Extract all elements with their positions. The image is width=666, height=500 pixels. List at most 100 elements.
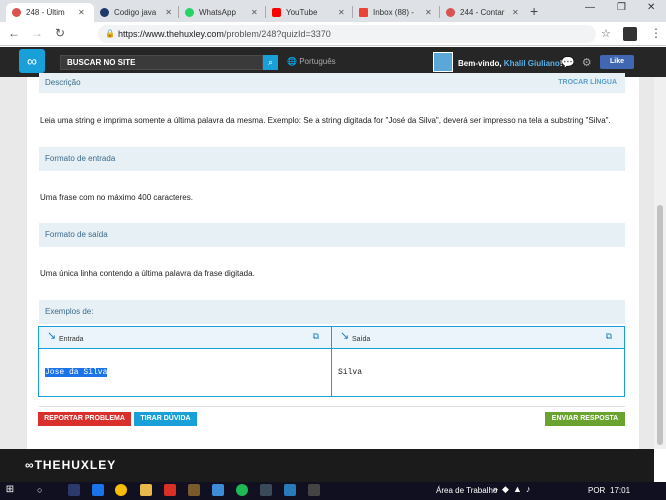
- extension-icon[interactable]: [623, 27, 637, 41]
- tab-title: 248 - Últim: [26, 8, 65, 17]
- example-input-box: ↘ Entrada ⧉ Jose da Silva: [38, 326, 332, 397]
- gmail-icon: [359, 8, 368, 17]
- chevron-up-icon[interactable]: »: [493, 484, 502, 494]
- tab-favicon-icon: [446, 8, 455, 17]
- app-icon-2[interactable]: [188, 484, 200, 496]
- tab-title: Inbox (88) -: [373, 8, 414, 17]
- desktop-label[interactable]: Área de Trabalho: [436, 486, 497, 495]
- input-format-text: Uma frase com no máximo 400 caracteres.: [40, 193, 193, 202]
- change-language-link[interactable]: TROCAR LÍNGUA: [558, 73, 617, 93]
- close-icon[interactable]: ✕: [512, 8, 519, 17]
- url-bar[interactable]: 🔒 https://www.thehuxley.com/problem/248?…: [98, 25, 596, 43]
- lock-icon: 🔒: [105, 29, 115, 38]
- close-icon[interactable]: ✕: [338, 8, 345, 17]
- tab-5[interactable]: Inbox (88) - ✕: [353, 3, 439, 22]
- output-format-label: Formato de saída: [45, 230, 108, 239]
- welcome-prefix: Bem-vindo,: [458, 59, 502, 68]
- header-icons: 💬⚙: [561, 56, 599, 69]
- chrome-icon[interactable]: [115, 484, 127, 496]
- youtube-icon: [272, 8, 281, 17]
- description-header: Descrição TROCAR LÍNGUA: [39, 73, 625, 93]
- copy-icon[interactable]: ⧉: [313, 331, 319, 342]
- url-host: https://www.thehuxley.com: [118, 29, 224, 39]
- input-format-label: Formato de entrada: [45, 154, 116, 163]
- chat-icon[interactable]: 💬: [561, 57, 582, 69]
- dropbox-icon[interactable]: ◆: [502, 484, 513, 494]
- search-icon[interactable]: ○: [37, 484, 49, 496]
- footer-logo-icon: ∞: [25, 458, 35, 472]
- input-arrow-icon: ↘: [47, 330, 57, 342]
- app-icon[interactable]: [92, 484, 104, 496]
- folder-icon[interactable]: [140, 484, 152, 496]
- submit-answer-button[interactable]: ENVIAR RESPOSTA: [545, 412, 625, 426]
- output-format-header: Formato de saída: [39, 223, 625, 247]
- spotify-icon[interactable]: [236, 484, 248, 496]
- close-icon[interactable]: ✕: [78, 8, 85, 17]
- globe-icon: 🌐: [287, 57, 297, 66]
- description-label: Descrição: [45, 78, 81, 87]
- tab-6[interactable]: 244 - Contar ✕: [440, 3, 526, 22]
- fb-like-label: Like: [609, 58, 624, 65]
- tab-title: Codigo java: [114, 8, 157, 17]
- avatar[interactable]: [433, 52, 453, 72]
- tab-title: WhatsApp: [199, 8, 236, 17]
- close-icon[interactable]: ✕: [251, 8, 258, 17]
- example-input-label: Entrada: [59, 336, 84, 343]
- reload-icon[interactable]: ↻: [55, 26, 65, 40]
- facebook-like-button[interactable]: Like: [600, 55, 634, 69]
- user-name-link[interactable]: Khalil Giuliano: [504, 59, 560, 68]
- browser-tab-bar: 248 - Últim ✕ Codigo java ✕ WhatsApp ✕ Y…: [0, 0, 666, 22]
- examples-header: Exemplos de:: [39, 300, 625, 324]
- menu-icon[interactable]: ⋮: [650, 26, 662, 40]
- input-format-header: Formato de entrada: [39, 147, 625, 171]
- tab-2[interactable]: Codigo java ✕: [94, 3, 178, 22]
- close-icon[interactable]: ✕: [425, 8, 432, 17]
- app-icon-3[interactable]: [212, 484, 224, 496]
- example-output-box: ↘ Saída ⧉ Silva: [331, 326, 625, 397]
- search-input[interactable]: BUSCAR NO SITE: [60, 55, 263, 70]
- app-icon-5[interactable]: [308, 484, 320, 496]
- tab-3[interactable]: WhatsApp ✕: [179, 3, 265, 22]
- restore-icon[interactable]: ❐: [617, 2, 626, 13]
- example-output-label: Saída: [352, 336, 371, 343]
- gear-icon[interactable]: ⚙: [582, 57, 599, 69]
- search-icon[interactable]: ⌕: [263, 55, 278, 70]
- language-label: Português: [299, 57, 336, 66]
- ask-question-button[interactable]: TIRAR DÚVIDA: [134, 412, 197, 426]
- tab-1[interactable]: 248 - Últim ✕: [6, 3, 94, 22]
- tab-favicon-icon: [12, 8, 21, 17]
- app-icon-4[interactable]: [284, 484, 296, 496]
- copy-icon[interactable]: ⧉: [606, 331, 612, 342]
- clock[interactable]: 17:01: [610, 486, 630, 495]
- tray-icons: »◆▲♪: [493, 484, 534, 495]
- bookmark-star-icon[interactable]: ☆: [601, 27, 611, 40]
- minimize-icon[interactable]: —: [585, 2, 595, 13]
- tab-title: 244 - Contar: [460, 8, 505, 17]
- windows-start-icon[interactable]: ⊞: [4, 484, 16, 496]
- right-gutter: [639, 77, 654, 449]
- divider: [39, 406, 625, 407]
- close-window-icon[interactable]: ✕: [647, 2, 655, 13]
- new-tab-button[interactable]: +: [530, 3, 538, 19]
- tab-favicon-icon: [185, 8, 194, 17]
- forward-icon[interactable]: →: [31, 26, 43, 40]
- scrollbar-thumb[interactable]: [657, 205, 663, 445]
- network-icon[interactable]: ▲: [513, 484, 526, 494]
- report-problem-button[interactable]: REPORTAR PROBLEMA: [38, 412, 131, 426]
- tab-favicon-icon: [100, 8, 109, 17]
- tab-title: YouTube: [286, 8, 318, 17]
- speaker-icon[interactable]: ♪: [526, 484, 535, 494]
- input-language[interactable]: POR: [588, 486, 605, 495]
- premiere-icon[interactable]: [68, 484, 80, 496]
- huxley-logo-icon[interactable]: ∞: [19, 49, 45, 73]
- language-selector[interactable]: 🌐 Português: [287, 57, 336, 66]
- example-output-value[interactable]: Silva: [338, 368, 362, 377]
- back-icon[interactable]: ←: [8, 26, 20, 40]
- close-icon[interactable]: ✕: [165, 8, 172, 17]
- steam-icon[interactable]: [260, 484, 272, 496]
- description-text: Leia uma string e imprima somente a últi…: [40, 116, 611, 125]
- example-input-value[interactable]: Jose da Silva: [45, 368, 108, 377]
- url-path: /problem/248?quizId=3370: [223, 29, 331, 39]
- acrobat-icon[interactable]: [164, 484, 176, 496]
- tab-4[interactable]: YouTube ✕: [266, 3, 352, 22]
